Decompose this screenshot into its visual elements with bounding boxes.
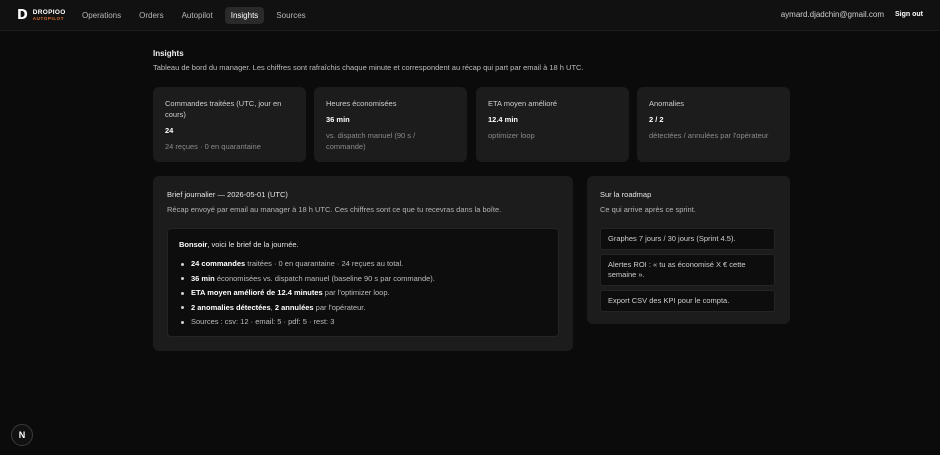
roadmap-item: Graphes 7 jours / 30 jours (Sprint 4.5). xyxy=(600,228,775,250)
list-item-bold: 2 annulées xyxy=(274,302,314,312)
stat-value: 36 min xyxy=(326,115,350,124)
roadmap-title: Sur la roadmap xyxy=(600,190,652,199)
logo-mark: D xyxy=(17,8,28,23)
stat-value: 24 xyxy=(165,126,174,135)
roadmap-item: Export CSV des KPI pour le compta. xyxy=(600,290,775,312)
brief-greeting: Bonsoir, voici le brief de la journée. xyxy=(179,240,547,250)
brand-logo[interactable]: D DROPIOO AUTOPILOT xyxy=(17,9,66,22)
list-item: 2 anomalies détectées, 2 annulées par l'… xyxy=(179,303,547,313)
n-icon: N xyxy=(18,430,26,440)
brand-sub: AUTOPILOT xyxy=(32,16,65,21)
list-item-text: par l'opérateur. xyxy=(313,302,366,312)
roadmap-panel: Sur la roadmap Ce qui arrive après ce sp… xyxy=(587,176,790,324)
greeting-rest: , voici le brief de la journée. xyxy=(207,240,299,249)
list-item: ETA moyen amélioré de 12.4 minutes par l… xyxy=(179,288,547,298)
nav-item-operations[interactable]: Operations xyxy=(76,7,127,24)
list-item-text: par l'optimizer loop. xyxy=(322,288,390,298)
nav-item-insights[interactable]: Insights xyxy=(224,7,265,24)
list-item-text: traitées · 0 en quarantaine · 24 reçues … xyxy=(245,259,404,268)
page-description: Tableau de bord du manager. Les chiffres… xyxy=(153,63,584,72)
stat-sub: optimizer loop xyxy=(488,131,535,140)
stat-label: Heures économisées xyxy=(326,99,397,108)
stat-value: 2 / 2 xyxy=(649,115,664,124)
list-item-text: Sources : csv: 12 · email: 5 · pdf: 5 · … xyxy=(191,317,335,327)
stat-label: ETA moyen amélioré xyxy=(488,99,558,108)
stat-sub: 24 reçues · 0 en quarantaine xyxy=(165,142,261,151)
stat-sub: détectées / annulées par l'opérateur xyxy=(649,131,769,140)
list-item: 24 commandes traitées · 0 en quarantaine… xyxy=(179,259,547,269)
list-item-bold: 36 min xyxy=(191,273,215,283)
nav-item-sources[interactable]: Sources xyxy=(270,7,311,24)
stat-card-anomalies: Anomalies 2 / 2 détectées / annulées par… xyxy=(637,87,790,162)
main-nav: Operations Orders Autopilot Insights Sou… xyxy=(76,7,318,24)
roadmap-item: Alertes ROI : « tu as économisé X € cett… xyxy=(600,254,775,286)
sign-out-button[interactable]: Sign out xyxy=(895,11,923,18)
brief-title: Brief journalier — 2026-05-01 (UTC) xyxy=(167,190,288,199)
list-item-bold: 24 commandes xyxy=(191,259,246,268)
logo-text: DROPIOO AUTOPILOT xyxy=(32,9,66,22)
list-item: Sources : csv: 12 · email: 5 · pdf: 5 · … xyxy=(179,317,547,327)
roadmap-description: Ce qui arrive après ce sprint. xyxy=(600,205,696,214)
nextjs-dev-badge[interactable]: N xyxy=(11,424,33,446)
top-navbar: D DROPIOO AUTOPILOT Operations Orders Au… xyxy=(0,0,940,31)
stat-label: Commandes traitées (UTC, jour en cours) xyxy=(165,99,282,119)
user-email: aymard.djadchin@gmail.com xyxy=(780,10,884,19)
list-item-bold: 2 anomalies détectées xyxy=(191,302,271,312)
list-item-text: économisées vs. dispatch manuel (baselin… xyxy=(214,273,435,283)
page-title: Insights xyxy=(153,49,184,58)
stat-value: 12.4 min xyxy=(488,115,519,124)
stat-card-hours-saved: Heures économisées 36 min vs. dispatch m… xyxy=(314,87,467,162)
stat-card-eta: ETA moyen amélioré 12.4 min optimizer lo… xyxy=(476,87,629,162)
brief-list: 24 commandes traitées · 0 en quarantaine… xyxy=(179,259,547,327)
stat-card-orders: Commandes traitées (UTC, jour en cours) … xyxy=(153,87,306,162)
daily-brief-panel: Brief journalier — 2026-05-01 (UTC) Réca… xyxy=(153,176,573,351)
list-item-bold: ETA moyen amélioré de 12.4 minutes xyxy=(191,288,323,298)
nav-item-orders[interactable]: Orders xyxy=(133,7,169,24)
greeting-bold: Bonsoir xyxy=(179,240,208,249)
stat-sub: vs. dispatch manuel (90 s / commande) xyxy=(326,131,416,151)
stat-label: Anomalies xyxy=(649,99,685,108)
brief-description: Récap envoyé par email au manager à 18 h… xyxy=(167,205,502,214)
brief-email-preview: Bonsoir, voici le brief de la journée. 2… xyxy=(167,228,559,337)
list-item: 36 min économisées vs. dispatch manuel (… xyxy=(179,274,547,284)
nav-item-autopilot[interactable]: Autopilot xyxy=(176,7,219,24)
